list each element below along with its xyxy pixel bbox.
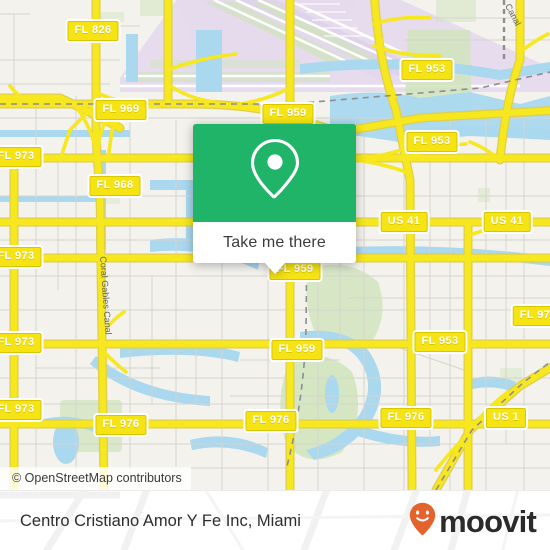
take-me-there-label: Take me there <box>223 233 326 251</box>
map-attribution[interactable]: © OpenStreetMap contributors <box>0 467 191 490</box>
road-shield: FL 973 <box>0 147 42 167</box>
popup-header <box>193 124 356 222</box>
road-shield: US 41 <box>483 212 531 232</box>
road-shield: US 41 <box>380 212 428 232</box>
road-shield: FL 969 <box>95 100 147 120</box>
road-shield: FL 973 <box>0 247 42 267</box>
road-shield: FL 953 <box>406 132 458 152</box>
road-shield: FL 976 <box>95 415 147 435</box>
road-shield: FL 97 <box>512 306 550 326</box>
map-canvas[interactable]: FL 826 FL 953 FL 969 FL 959 FL 953 FL 973 FL 9… <box>0 0 550 490</box>
road-shield: FL 973 <box>0 400 42 420</box>
road-shield: FL 959 <box>271 340 323 360</box>
place-title: Centro Cristiano Amor Y Fe Inc, Miami <box>20 511 301 530</box>
footer-bar: Centro Cristiano Amor Y Fe Inc, Miami mo… <box>0 490 550 550</box>
moovit-logo[interactable]: moovit <box>409 502 537 541</box>
popup-action-row[interactable]: Take me there <box>193 222 356 263</box>
place-popup-card[interactable]: Take me there <box>193 124 356 274</box>
moovit-wordmark: moovit <box>439 503 537 539</box>
road-shield: FL 953 <box>401 60 453 80</box>
popup-pointer-tail <box>263 262 286 274</box>
map-pin-icon <box>248 137 302 210</box>
moovit-smiley-pin-icon <box>409 502 436 541</box>
road-shield: FL 976 <box>245 411 297 431</box>
road-shield: FL 976 <box>380 408 432 428</box>
road-shield: FL 953 <box>414 332 466 352</box>
screenshot-root: FL 826 FL 953 FL 969 FL 959 FL 953 FL 973 FL 9… <box>0 0 550 550</box>
road-shield: FL 968 <box>89 176 141 196</box>
road-shield: US 1 <box>485 408 527 428</box>
road-shield: FL 973 <box>0 333 42 353</box>
road-shield: FL 826 <box>67 21 119 41</box>
road-shield: FL 959 <box>262 104 314 124</box>
